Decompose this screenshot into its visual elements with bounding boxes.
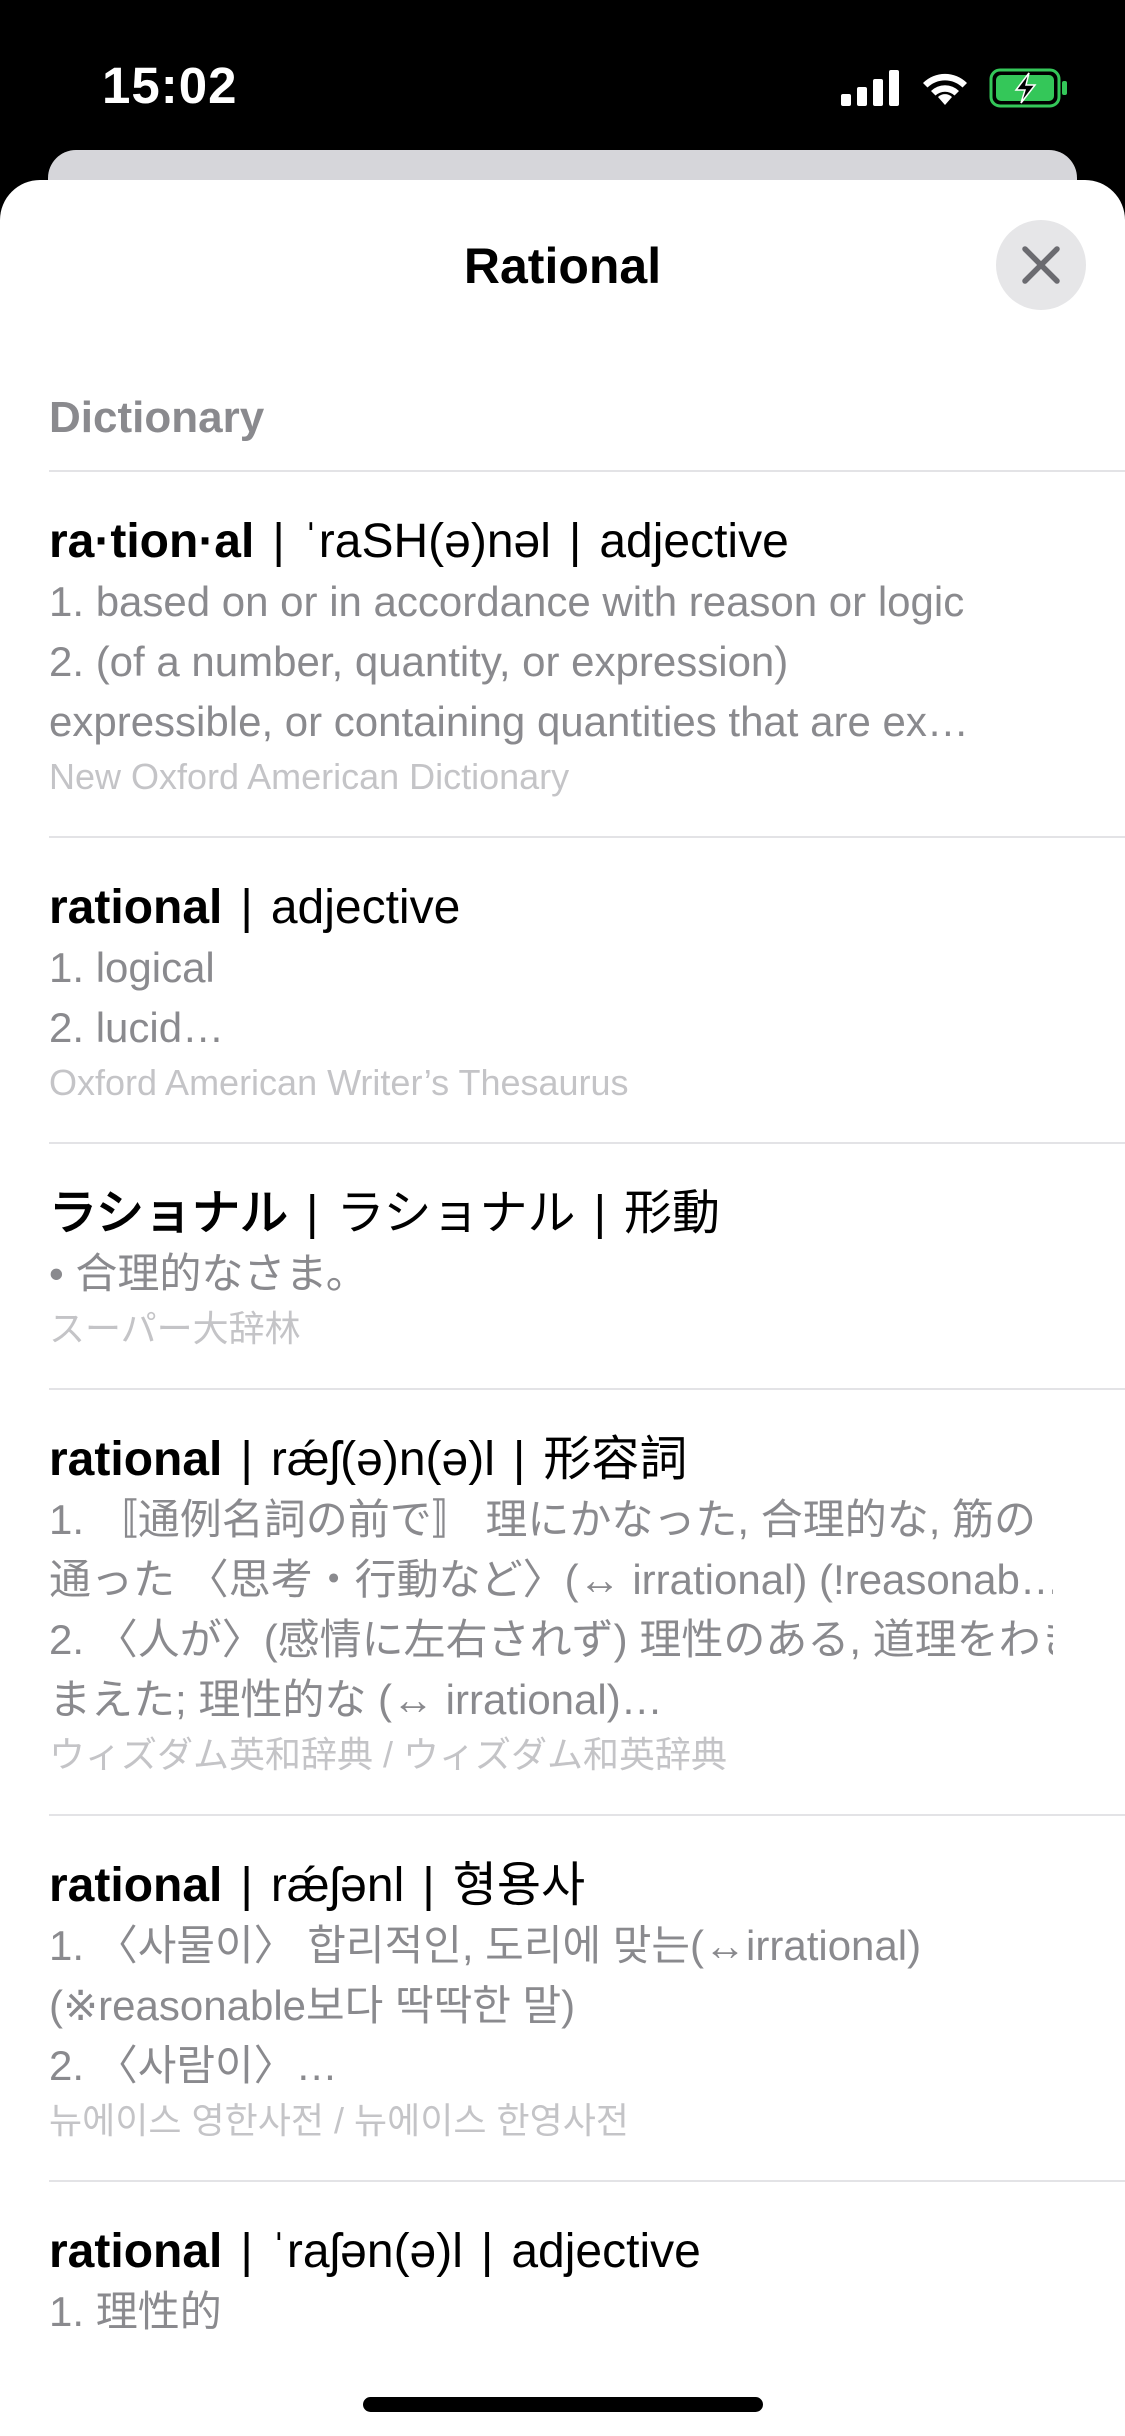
entry-definition-line: 1. logical	[49, 944, 215, 991]
entry-definition-line: 2. 〈사람이〉…	[49, 2042, 338, 2089]
entry-headword: ra·tion·al	[49, 515, 255, 568]
entry-source: ウィズダム英和辞典 / ウィズダム和英辞典	[49, 1734, 728, 1775]
entry-part-of-speech: 形動	[624, 1187, 721, 1240]
entry-pronunciation: ˈraSH(ə)nəl	[302, 515, 551, 568]
status-bar: 15:02	[0, 0, 1125, 150]
entry-headword: rational	[49, 881, 223, 934]
entry-definition-line: 通った 〈思考・行動など〉(↔ irrational) (!reasonab…	[49, 1556, 1053, 1603]
entry-definition-line: • 合理的なさま。	[49, 1250, 368, 1297]
close-button[interactable]	[996, 220, 1086, 310]
entry-headline: rational | rǽʃ(ə)n(ə)l | 形容詞	[49, 1433, 688, 1486]
section-header-dictionary: Dictionary	[49, 393, 265, 442]
entry-definition-line: (※reasonable보다 딱딱한 말)	[49, 1982, 576, 2029]
dictionary-list: ra·tion·al | ˈraSH(ə)nəl | adjective 1. base…	[49, 470, 1125, 2342]
entry-definition-line: 2. lucid…	[49, 1004, 225, 1051]
entry-pronunciation: ˈraʃən(ə)l	[270, 2225, 463, 2278]
entry-headline: rational | rǽʃənl | 형용사	[49, 1859, 586, 1912]
entry-definition-line: 1. 〈사물이〉 합리적인, 도리에 맞는(↔irrational)	[49, 1922, 922, 1969]
entry-headline: ラショナル | ラショナル | 形動	[49, 1187, 721, 1240]
dictionary-entry[interactable]: ra·tion·al | ˈraSH(ə)nəl | adjective 1. base…	[49, 470, 1125, 836]
entry-headline: rational | ˈraʃən(ə)l | adjective	[49, 2225, 701, 2278]
entry-pronunciation: rǽʃ(ə)n(ə)l	[270, 1433, 495, 1486]
wifi-icon	[923, 73, 967, 105]
entry-definition-line: 1. based on or in accordance with reason…	[49, 578, 965, 625]
home-indicator[interactable]	[363, 2397, 763, 2412]
entry-pronunciation: ラショナル	[336, 1187, 576, 1240]
entry-headword: rational	[49, 1433, 223, 1486]
entry-part-of-speech: adjective	[511, 2225, 701, 2278]
close-icon	[1022, 246, 1060, 284]
entry-headline: rational | adjective	[49, 881, 461, 934]
entry-definition-line: 1. 〚通例名詞の前で〛 理にかなった, 合理的な, 筋の	[49, 1496, 1037, 1543]
english-japanese-entry[interactable]: rational | rǽʃ(ə)n(ə)l | 形容詞 1. 〚通例名詞の前で〛 理に…	[49, 1388, 1125, 1814]
english-korean-entry[interactable]: rational | rǽʃənl | 형용사 1. 〈사물이〉 합리적인, 도리에 맞…	[49, 1814, 1125, 2180]
entry-source: 뉴에이스 영한사전 / 뉴에이스 한영사전	[49, 2100, 629, 2141]
entry-source: New Oxford American Dictionary	[49, 756, 570, 797]
entry-definition-line: 1. 理性的	[49, 2288, 222, 2335]
entry-part-of-speech: adjective	[270, 881, 461, 934]
entry-pronunciation: rǽʃənl	[270, 1859, 405, 1912]
entry-headword: rational	[49, 1859, 223, 1912]
battery-charging-icon	[989, 68, 1067, 108]
entry-headword: rational	[49, 2225, 223, 2278]
japanese-dictionary-entry[interactable]: ラショナル | ラショナル | 形動 • 合理的なさま。 スーパー大辞林	[49, 1142, 1125, 1388]
cellular-signal-icon	[841, 70, 899, 106]
thesaurus-entry[interactable]: rational | adjective 1. logical 2. lucid… …	[49, 836, 1125, 1142]
entry-source: Oxford American Writer’s Thesaurus	[49, 1062, 629, 1103]
status-time: 15:02	[102, 57, 238, 114]
entry-source: スーパー大辞林	[49, 1308, 301, 1349]
lookup-sheet: Rational Dictionary ra·tion·al | ˈraSH(ə)n…	[0, 180, 1125, 2436]
entry-headword: ラショナル	[49, 1187, 289, 1240]
entry-part-of-speech: 形容詞	[543, 1433, 688, 1486]
entry-headline: ra·tion·al | ˈraSH(ə)nəl | adjective	[49, 515, 789, 568]
entry-definition-line: expressible, or containing quantities th…	[49, 698, 969, 745]
english-chinese-entry[interactable]: rational | ˈraʃən(ə)l | adjective 1. 理性的	[49, 2180, 1125, 2342]
entry-part-of-speech: adjective	[599, 515, 789, 568]
entry-definition-line: 2. (of a number, quantity, or expression…	[49, 638, 789, 685]
entry-definition-line: 2. 〈人が〉(感情に左右されず) 理性のある, 道理をわき	[49, 1616, 1053, 1663]
sheet-title: Rational	[463, 238, 662, 294]
status-icons	[841, 64, 1069, 112]
entry-part-of-speech: 형용사	[452, 1859, 586, 1912]
entry-definition-line: まえた; 理性的な (↔ irrational)…	[49, 1676, 663, 1723]
